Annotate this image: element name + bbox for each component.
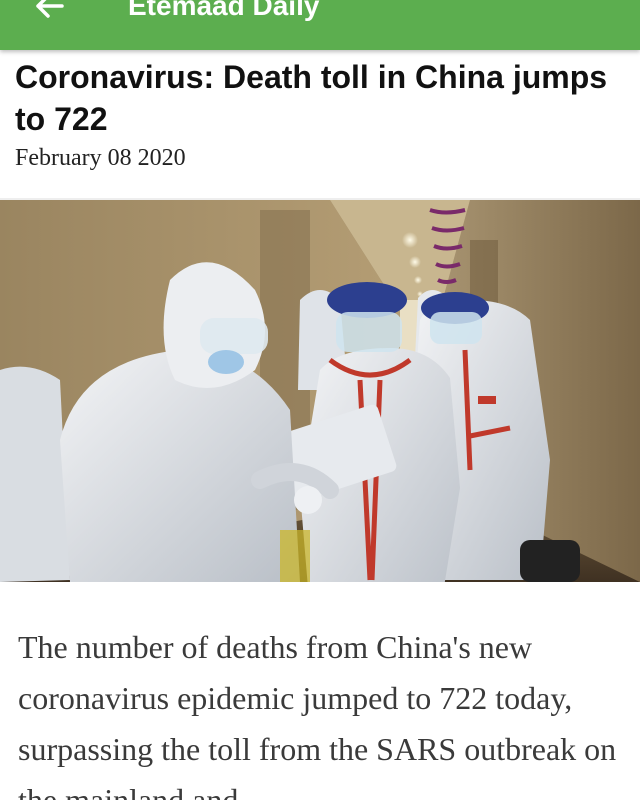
article-headline: Coronavirus: Death toll in China jumps t… xyxy=(15,59,608,137)
back-button[interactable] xyxy=(30,0,70,26)
article-date: February 08 2020 xyxy=(15,145,186,171)
article-body: The number of deaths from China's new co… xyxy=(18,629,617,800)
article-photo xyxy=(0,200,640,582)
app-title: Etemaad Daily xyxy=(128,0,320,21)
arrow-back-icon xyxy=(36,0,64,18)
app-bar: Etemaad Daily xyxy=(0,0,640,50)
